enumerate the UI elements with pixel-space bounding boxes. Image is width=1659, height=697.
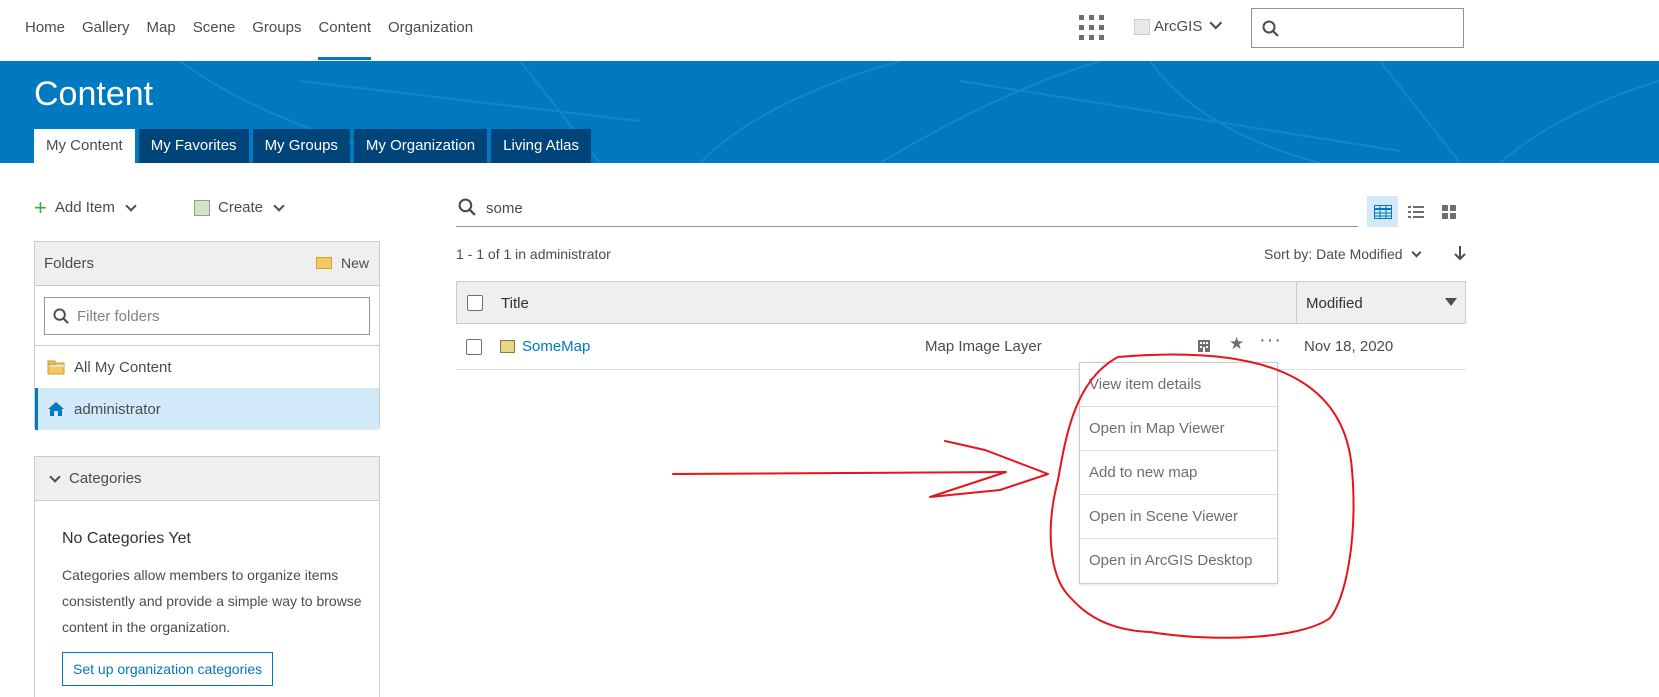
categories-title: Categories	[69, 470, 142, 487]
nav-scene[interactable]: Scene	[193, 0, 236, 60]
categories-header[interactable]: Categories	[35, 457, 379, 501]
folder-add-icon	[315, 257, 332, 269]
no-categories-title: No Categories Yet	[62, 530, 191, 547]
setup-categories-button[interactable]: Set up organization categories	[62, 652, 274, 686]
menu-add-to-new-map[interactable]: Add to new map	[1080, 451, 1277, 495]
list-icon	[1407, 205, 1424, 218]
chevron-down-icon	[273, 199, 285, 212]
create-label: Create	[218, 199, 264, 216]
menu-view-item-details[interactable]: View item details	[1080, 363, 1277, 407]
chevron-down-icon	[1209, 16, 1223, 30]
content-tabs: My Content My Favorites My Groups My Org…	[34, 129, 595, 163]
item-context-menu: View item details Open in Map Viewer Add…	[1079, 362, 1278, 584]
folder-item-administrator[interactable]: administrator	[35, 388, 379, 430]
item-modified-date: Nov 18, 2020	[1304, 338, 1394, 355]
sort-triangle-icon	[1445, 298, 1457, 306]
grid-icon	[1441, 204, 1456, 219]
row-checkbox[interactable]	[466, 339, 482, 355]
top-nav: Home Gallery Map Scene Groups Content Or…	[0, 0, 1659, 60]
app-launcher-icon[interactable]	[1077, 13, 1104, 40]
grid-view-button[interactable]	[1433, 196, 1464, 227]
tab-my-organization[interactable]: My Organization	[353, 129, 488, 163]
folders-header: Folders New	[35, 242, 379, 286]
chevron-down-icon	[1411, 247, 1421, 257]
filter-folders-input[interactable]: Filter folders	[44, 297, 370, 335]
favorite-star-icon[interactable]: ★	[1229, 334, 1244, 354]
search-icon	[53, 308, 69, 324]
list-view-button[interactable]	[1400, 196, 1431, 227]
categories-description: Categories allow members to organize ite…	[62, 567, 362, 635]
filter-folders-placeholder: Filter folders	[77, 308, 160, 325]
create-map-icon	[194, 199, 210, 216]
map-image-layer-icon	[500, 340, 515, 353]
nav-map[interactable]: Map	[147, 0, 176, 60]
tab-my-content[interactable]: My Content	[34, 129, 135, 163]
chevron-down-icon	[125, 199, 137, 212]
user-menu[interactable]: ArcGIS	[1134, 16, 1223, 35]
nav-content[interactable]: Content	[318, 0, 372, 60]
chevron-down-icon	[49, 470, 61, 483]
add-item-button[interactable]: + Add Item	[34, 194, 137, 220]
table-icon	[1373, 204, 1392, 219]
annotation-arrow	[672, 440, 1049, 498]
folders-panel: Folders New Filter folders All My Conten…	[34, 241, 380, 430]
column-modified-label: Modified	[1306, 295, 1363, 312]
menu-open-in-arcgis-desktop[interactable]: Open in ArcGIS Desktop	[1080, 539, 1277, 583]
item-type: Map Image Layer	[925, 338, 1042, 355]
sort-dropdown[interactable]: Sort by: Date Modified	[1264, 246, 1421, 262]
folder-item-all-my-content[interactable]: All My Content	[35, 346, 379, 388]
page-title: Content	[34, 75, 154, 113]
nav-organization[interactable]: Organization	[388, 0, 473, 60]
column-title[interactable]: Title	[501, 295, 529, 312]
sort-direction-icon[interactable]	[1453, 244, 1467, 262]
categories-panel: Categories No Categories Yet Categories …	[34, 456, 380, 697]
nav-gallery[interactable]: Gallery	[82, 0, 130, 60]
folder-label: administrator	[74, 400, 161, 418]
more-options-icon[interactable]: ···	[1259, 329, 1282, 352]
view-switcher	[1367, 196, 1466, 227]
search-icon	[458, 198, 476, 216]
new-folder-button[interactable]: New	[315, 255, 369, 271]
result-count: 1 - 1 of 1 in administrator	[456, 246, 611, 262]
folders-title: Folders	[44, 255, 95, 272]
avatar	[1134, 18, 1150, 35]
menu-open-in-scene-viewer[interactable]: Open in Scene Viewer	[1080, 495, 1277, 539]
table-view-button[interactable]	[1367, 196, 1398, 227]
content-search-input[interactable]: some	[456, 195, 1358, 227]
organization-shared-icon	[1198, 340, 1210, 352]
folder-label: All My Content	[74, 358, 172, 376]
home-icon	[48, 402, 64, 416]
tab-my-favorites[interactable]: My Favorites	[138, 129, 249, 163]
table-header: Title Modified	[456, 281, 1466, 324]
plus-icon: +	[34, 194, 47, 220]
global-search-input[interactable]	[1251, 8, 1464, 48]
column-modified[interactable]: Modified	[1296, 282, 1466, 323]
search-icon	[1262, 20, 1279, 37]
table-row: SomeMap Map Image Layer ★ ··· Nov 18, 20…	[456, 325, 1466, 370]
sort-label: Sort by: Date Modified	[1264, 246, 1403, 262]
search-query: some	[486, 200, 523, 217]
create-button[interactable]: Create	[194, 199, 285, 216]
nav-groups[interactable]: Groups	[252, 0, 301, 60]
add-item-label: Add Item	[54, 199, 115, 216]
new-folder-label: New	[340, 255, 369, 271]
folder-icon	[47, 360, 65, 375]
nav-home[interactable]: Home	[25, 0, 65, 60]
select-all-checkbox[interactable]	[467, 295, 483, 311]
item-title-link[interactable]: SomeMap	[522, 338, 590, 355]
tab-living-atlas[interactable]: Living Atlas	[491, 129, 592, 163]
content-banner: Content My Content My Favorites My Group…	[0, 61, 1659, 163]
user-label: ArcGIS	[1154, 18, 1203, 35]
tab-my-groups[interactable]: My Groups	[252, 129, 350, 163]
menu-open-in-map-viewer[interactable]: Open in Map Viewer	[1080, 407, 1277, 451]
nav-links: Home Gallery Map Scene Groups Content Or…	[25, 0, 490, 60]
